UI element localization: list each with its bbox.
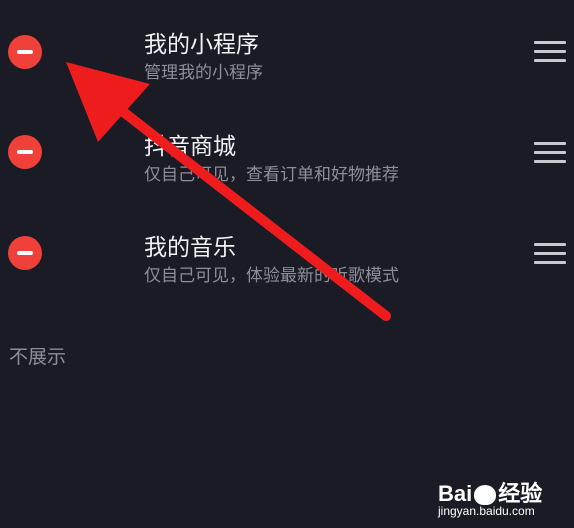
drag-handle-icon[interactable]: [534, 142, 566, 164]
item-subtitle: 仅自己可见，体验最新的听歌模式: [144, 266, 399, 286]
watermark: Bai 经验 jingyan.baidu.com: [438, 462, 568, 522]
remove-icon[interactable]: [8, 135, 42, 169]
item-title: 我的音乐: [144, 235, 236, 261]
drag-handle-icon[interactable]: [534, 243, 566, 265]
list-item: 抖音商城 仅自己可见，查看订单和好物推荐: [0, 100, 574, 190]
item-title: 抖音商城: [144, 134, 236, 160]
drag-handle-icon[interactable]: [534, 41, 566, 63]
paw-icon: [474, 485, 497, 506]
remove-icon[interactable]: [8, 236, 42, 270]
remove-icon[interactable]: [8, 35, 42, 69]
item-title: 我的小程序: [144, 32, 259, 58]
watermark-url: jingyan.baidu.com: [438, 504, 535, 518]
item-subtitle: 管理我的小程序: [144, 63, 263, 83]
section-label-hidden: 不展示: [9, 346, 67, 368]
item-subtitle: 仅自己可见，查看订单和好物推荐: [144, 165, 399, 185]
list-item: 我的小程序 管理我的小程序: [0, 0, 574, 90]
list-item: 我的音乐 仅自己可见，体验最新的听歌模式: [0, 201, 574, 291]
screen: 我的小程序 管理我的小程序 抖音商城 仅自己可见，查看订单和好物推荐 我的音乐 …: [0, 0, 574, 528]
